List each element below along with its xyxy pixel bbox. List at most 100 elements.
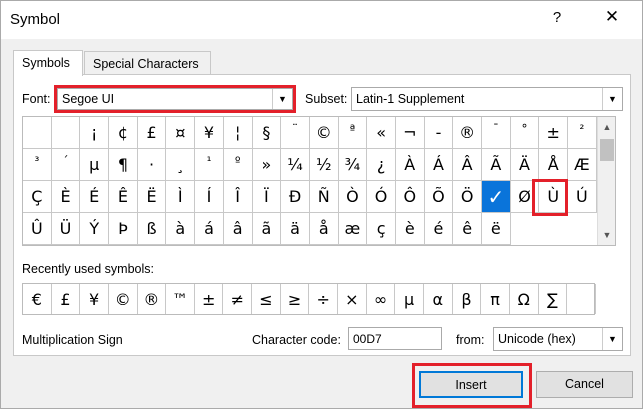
symbol-cell[interactable]: à <box>166 213 196 245</box>
help-icon[interactable]: ? <box>549 9 565 29</box>
recent-symbol-cell[interactable]: ∑ <box>539 284 568 314</box>
symbol-cell[interactable]: Ó <box>367 181 396 213</box>
symbol-cell[interactable]: Á <box>424 149 454 181</box>
symbol-cell[interactable]: · <box>137 149 167 181</box>
symbol-cell[interactable]: º <box>223 149 253 181</box>
symbol-cell[interactable]: È <box>51 181 81 213</box>
symbol-cell[interactable]: § <box>252 117 282 149</box>
symbol-cell[interactable]: ¿ <box>367 149 396 181</box>
symbol-cell[interactable]: Ê <box>109 181 138 213</box>
symbol-cell[interactable]: Ì <box>166 181 196 213</box>
symbol-cell[interactable]: ¹ <box>195 149 224 181</box>
symbol-cell[interactable]: ± <box>539 117 569 149</box>
recent-symbol-cell[interactable]: © <box>109 284 138 314</box>
symbol-cell[interactable]: ª <box>338 117 368 149</box>
symbol-cell[interactable]: » <box>252 149 282 181</box>
symbol-cell[interactable]: ¥ <box>195 117 224 149</box>
symbol-cell[interactable]: ã <box>252 213 282 245</box>
recent-symbol-cell[interactable]: ≥ <box>281 284 310 314</box>
symbol-cell[interactable]: ç <box>367 213 396 245</box>
recent-symbol-cell[interactable]: ¥ <box>80 284 109 314</box>
symbol-cell[interactable]: ³ <box>23 149 52 181</box>
symbol-cell[interactable]: Ô <box>395 181 425 213</box>
tab-symbols[interactable]: Symbols <box>13 50 83 76</box>
recent-symbol-cell[interactable]: ™ <box>166 284 195 314</box>
symbol-cell[interactable]: À <box>395 149 425 181</box>
symbol-cell[interactable]: ¡ <box>80 117 110 149</box>
close-icon[interactable]: ✕ <box>601 7 623 31</box>
symbol-cell[interactable]: Í <box>195 181 224 213</box>
symbol-cell[interactable]: Þ <box>109 213 138 245</box>
symbol-cell[interactable]: ë <box>482 213 511 245</box>
recent-symbol-cell[interactable]: ® <box>138 284 167 314</box>
symbol-cell[interactable]: Ï <box>252 181 282 213</box>
symbol-cell[interactable]: ¼ <box>281 149 310 181</box>
symbol-cell[interactable]: ¦ <box>223 117 253 149</box>
recent-symbol-cell[interactable]: £ <box>52 284 81 314</box>
symbol-cell[interactable]: Â <box>453 149 482 181</box>
symbol-cell[interactable]: ¯ <box>482 117 511 149</box>
recent-symbol-cell[interactable]: ÷ <box>309 284 339 314</box>
symbol-cell[interactable]: Î <box>223 181 253 213</box>
symbol-cell[interactable]: Ù <box>539 181 569 213</box>
symbol-cell[interactable]: Ö <box>453 181 482 213</box>
symbol-cell[interactable]: £ <box>137 117 167 149</box>
symbol-cell[interactable]: « <box>367 117 396 149</box>
symbol-cell[interactable]: ¢ <box>109 117 138 149</box>
symbol-cell[interactable]: ¤ <box>166 117 196 149</box>
symbol-cell[interactable]: Ã <box>482 149 511 181</box>
chevron-down-icon[interactable]: ▼ <box>272 89 292 109</box>
character-code-input[interactable]: 00D7 <box>348 327 442 350</box>
symbol-cell[interactable]: â <box>223 213 253 245</box>
symbol-cell[interactable]: ¨ <box>281 117 310 149</box>
symbol-cell[interactable]: ¶ <box>109 149 138 181</box>
symbol-cell[interactable]: Ú <box>568 181 597 213</box>
symbol-cell[interactable]: Õ <box>424 181 454 213</box>
symbol-cell[interactable]: Û <box>23 213 52 245</box>
font-dropdown[interactable]: Segoe UI ▼ <box>57 88 293 110</box>
symbol-cell[interactable]: Æ <box>568 149 597 181</box>
recent-symbol-cell[interactable]: Ω <box>510 284 539 314</box>
symbol-cell[interactable]: É <box>80 181 110 213</box>
symbol-cell[interactable]: Ç <box>23 181 52 213</box>
symbol-cell[interactable]: å <box>309 213 339 245</box>
symbol-cell[interactable]: ¸ <box>166 149 196 181</box>
symbol-cell[interactable]: ä <box>281 213 310 245</box>
insert-button[interactable]: Insert <box>419 371 523 398</box>
symbol-cell[interactable]: ✓ <box>482 181 511 213</box>
symbol-cell[interactable]: á <box>195 213 224 245</box>
symbol-cell[interactable]: æ <box>338 213 368 245</box>
symbol-cell[interactable]: ² <box>568 117 597 149</box>
grid-scrollbar[interactable]: ▲ ▼ <box>597 117 615 245</box>
recent-symbol-cell[interactable] <box>567 284 596 314</box>
scroll-down-icon[interactable]: ▼ <box>598 227 616 243</box>
symbol-cell[interactable] <box>51 117 81 149</box>
symbol-cell[interactable] <box>23 117 52 149</box>
symbol-cell[interactable]: Ë <box>137 181 167 213</box>
symbol-cell[interactable]: Å <box>539 149 569 181</box>
symbol-cell[interactable]: Ò <box>338 181 368 213</box>
symbol-cell[interactable]: © <box>309 117 339 149</box>
symbol-cell[interactable]: é <box>424 213 454 245</box>
recent-symbol-cell[interactable]: µ <box>395 284 424 314</box>
chevron-down-icon[interactable]: ▼ <box>602 88 622 110</box>
symbol-cell[interactable]: ¬ <box>395 117 425 149</box>
scroll-thumb[interactable] <box>600 139 614 161</box>
recent-symbol-cell[interactable]: ≤ <box>252 284 281 314</box>
symbol-cell[interactable]: ´ <box>51 149 81 181</box>
symbol-cell[interactable]: µ <box>80 149 110 181</box>
symbol-cell[interactable]: Ñ <box>309 181 339 213</box>
chevron-down-icon[interactable]: ▼ <box>602 328 622 350</box>
symbol-cell[interactable]: ½ <box>309 149 339 181</box>
recent-symbol-cell[interactable]: α <box>424 284 453 314</box>
symbol-cell[interactable]: ê <box>453 213 482 245</box>
recent-symbol-cell[interactable]: € <box>23 284 52 314</box>
symbol-cell[interactable]: Ð <box>281 181 310 213</box>
recent-symbol-cell[interactable]: ≠ <box>223 284 253 314</box>
recent-symbol-cell[interactable]: β <box>453 284 482 314</box>
recent-symbol-cell[interactable]: ∞ <box>367 284 396 314</box>
symbol-cell[interactable]: ° <box>510 117 540 149</box>
recent-symbol-cell[interactable]: ± <box>195 284 224 314</box>
symbol-cell[interactable]: Ø <box>510 181 540 213</box>
subset-dropdown[interactable]: Latin-1 Supplement ▼ <box>351 87 623 111</box>
